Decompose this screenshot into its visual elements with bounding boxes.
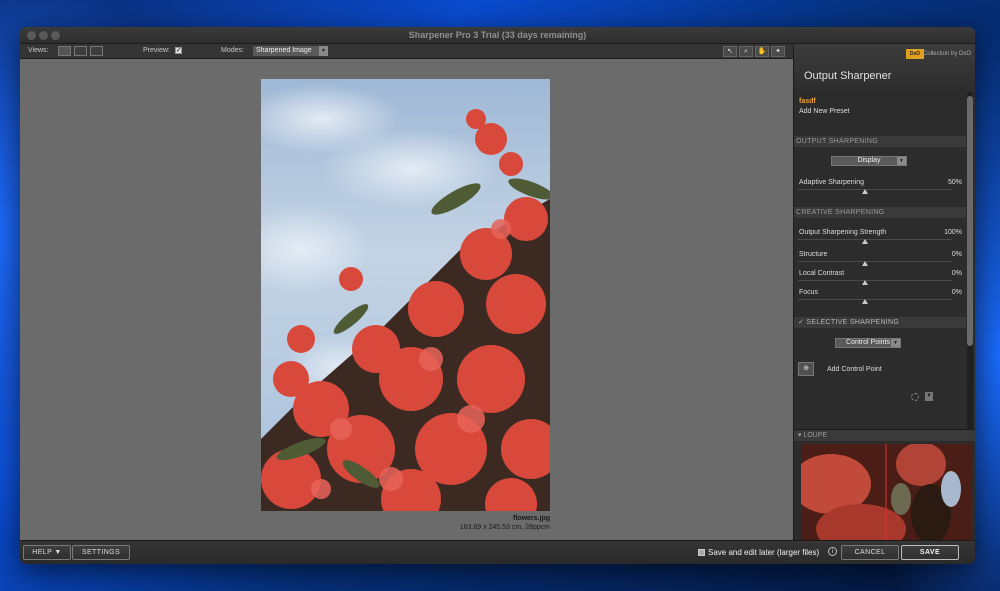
control-points-value: Control Points bbox=[846, 339, 890, 346]
focus-label: Focus bbox=[799, 289, 819, 296]
add-preset-link[interactable]: Add New Preset bbox=[799, 108, 850, 115]
image-dimensions: 163.69 x 245.53 cm, 28ppcm bbox=[459, 524, 550, 531]
add-control-point-icon[interactable]: ⊕ bbox=[798, 362, 814, 376]
output-sharpening-header[interactable]: OUTPUT SHARPENING bbox=[794, 136, 966, 147]
output-strength-value: 100% bbox=[944, 229, 962, 236]
chevron-down-icon[interactable]: ▾ bbox=[319, 46, 328, 56]
local-contrast-slider[interactable] bbox=[798, 280, 952, 281]
panel-title: Output Sharpener bbox=[804, 70, 892, 82]
creative-sharpening-header[interactable]: CREATIVE SHARPENING bbox=[794, 207, 966, 218]
control-panel: DxO Collection by DxO Output Sharpener f… bbox=[793, 44, 975, 559]
slider-handle[interactable] bbox=[862, 239, 868, 244]
preview-image[interactable] bbox=[261, 79, 550, 511]
footer-bar: HELP ▼ SETTINGS Save and edit later (lar… bbox=[20, 540, 975, 564]
control-points-dropdown[interactable]: Control Points ▼ bbox=[835, 338, 901, 348]
focus-slider[interactable] bbox=[798, 299, 952, 300]
chevron-down-icon: ▼ bbox=[891, 339, 900, 347]
output-strength-slider[interactable] bbox=[798, 239, 952, 240]
window-title: Sharpener Pro 3 Trial (33 days remaining… bbox=[408, 30, 587, 40]
settings-button[interactable]: SETTINGS bbox=[72, 545, 130, 560]
output-type-value: Display bbox=[857, 157, 881, 164]
panel-header: DxO Collection by DxO Output Sharpener bbox=[794, 44, 975, 89]
view-toolbar: Views: Preview: ✓ Modes: Sharpened Image… bbox=[20, 44, 793, 59]
slider-handle[interactable] bbox=[862, 280, 868, 285]
zoom-icon[interactable]: ⌕ bbox=[739, 46, 753, 57]
focus-value: 0% bbox=[951, 289, 962, 296]
side-by-side-view-button[interactable] bbox=[90, 46, 103, 56]
single-view-button[interactable] bbox=[58, 46, 71, 56]
slider-handle[interactable] bbox=[862, 261, 868, 266]
preview-label: Preview: bbox=[143, 47, 170, 54]
add-control-point-label[interactable]: Add Control Point bbox=[827, 366, 882, 373]
split-view-button[interactable] bbox=[74, 46, 87, 56]
modes-label: Modes: bbox=[221, 47, 244, 54]
structure-slider[interactable] bbox=[798, 261, 952, 262]
loupe-header[interactable]: ▾ LOUPE bbox=[794, 429, 975, 441]
chevron-down-icon: ▼ bbox=[897, 157, 906, 165]
info-icon[interactable]: i bbox=[828, 547, 837, 556]
image-canvas[interactable]: flowers.jpg 163.69 x 245.53 cm, 28ppcm bbox=[20, 59, 793, 540]
panel-scrollbar[interactable] bbox=[967, 92, 973, 430]
control-point-show-icon[interactable] bbox=[911, 393, 919, 401]
loupe-preview bbox=[801, 444, 971, 547]
adaptive-sharpening-value: 50% bbox=[947, 179, 962, 186]
views-label: Views: bbox=[28, 47, 49, 54]
dxo-logo: DxO bbox=[906, 49, 924, 59]
image-filename: flowers.jpg bbox=[513, 515, 550, 522]
help-button[interactable]: HELP ▼ bbox=[23, 545, 71, 560]
local-contrast-label: Local Contrast bbox=[799, 270, 845, 277]
adaptive-sharpening-label: Adaptive Sharpening bbox=[799, 179, 864, 186]
local-contrast-value: 0% bbox=[951, 270, 962, 277]
save-button[interactable]: SAVE bbox=[901, 545, 959, 560]
slider-handle[interactable] bbox=[862, 299, 868, 304]
save-later-checkbox[interactable] bbox=[698, 549, 705, 556]
slider-handle[interactable] bbox=[862, 189, 868, 194]
structure-value: 0% bbox=[951, 251, 962, 258]
chevron-down-icon[interactable]: ▼ bbox=[925, 392, 933, 401]
collection-label: Collection by DxO bbox=[922, 51, 971, 57]
title-bar: Sharpener Pro 3 Trial (33 days remaining… bbox=[20, 27, 975, 44]
selective-sharpening-header[interactable]: ✓ SELECTIVE SHARPENING bbox=[794, 317, 966, 328]
structure-label: Structure bbox=[799, 251, 828, 258]
preset-name[interactable]: fasdf bbox=[799, 98, 816, 105]
mode-select[interactable]: Sharpened Image bbox=[253, 46, 328, 56]
output-strength-label: Output Sharpening Strength bbox=[799, 229, 887, 236]
cancel-button[interactable]: CANCEL bbox=[841, 545, 899, 560]
scrollbar-thumb[interactable] bbox=[967, 96, 973, 346]
app-window: Sharpener Pro 3 Trial (33 days remaining… bbox=[20, 27, 975, 564]
hand-icon[interactable]: ✋ bbox=[755, 46, 769, 57]
output-type-dropdown[interactable]: Display ▼ bbox=[831, 156, 907, 166]
adaptive-sharpening-slider[interactable] bbox=[798, 189, 952, 190]
save-later-label[interactable]: Save and edit later (larger files) bbox=[708, 548, 819, 557]
pointer-icon[interactable]: ↖ bbox=[723, 46, 737, 57]
preview-checkbox[interactable]: ✓ bbox=[175, 47, 182, 54]
info-tool-icon[interactable]: ✦ bbox=[771, 46, 785, 57]
